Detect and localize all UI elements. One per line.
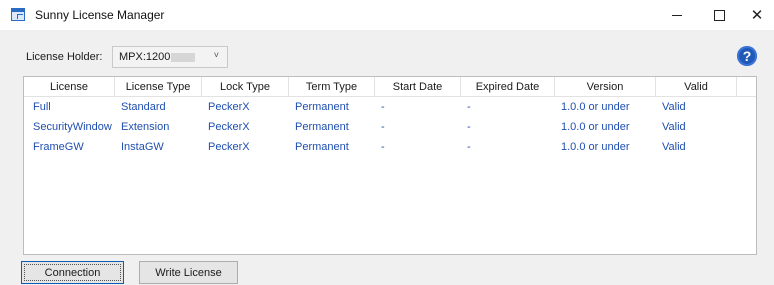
table-cell: SecurityWindow	[33, 121, 112, 133]
table-cell: Permanent	[295, 121, 349, 133]
table-cell: PeckerX	[208, 101, 250, 113]
license-holder-value: MPX:1200	[119, 51, 196, 63]
column-header[interactable]: License	[24, 77, 115, 97]
license-table: License License Type Lock Type Term Type Sta…	[23, 76, 757, 255]
table-cell: Extension	[121, 121, 170, 133]
table-cell: -	[381, 101, 385, 113]
maximize-icon	[713, 9, 725, 21]
table-cell: -	[381, 141, 385, 153]
table-cell: Permanent	[295, 101, 349, 113]
minimize-button[interactable]	[657, 0, 697, 30]
license-holder-label: License Holder:	[26, 51, 103, 63]
table-cell: FrameGW	[33, 141, 84, 153]
maximize-button[interactable]	[699, 0, 739, 30]
chevron-down-icon: ˅	[213, 50, 219, 60]
table-cell: -	[467, 141, 471, 153]
table-cell: -	[467, 121, 471, 133]
write-license-button[interactable]: Write License	[139, 261, 238, 284]
table-cell: InstaGW	[121, 141, 164, 153]
license-manager-icon	[11, 8, 25, 21]
table-cell: -	[381, 121, 385, 133]
table-row[interactable]: FrameGW InstaGW PeckerX Permanent - - 1.0.0 or…	[24, 137, 756, 157]
table-cell: Full	[33, 101, 51, 113]
column-header[interactable]: Start Date	[375, 77, 461, 97]
column-header[interactable]: Valid	[656, 77, 737, 97]
license-holder-select[interactable]: MPX:1200 ˅	[112, 46, 228, 68]
app-window: Sunny License Manager ✕ License Holder: …	[0, 0, 774, 285]
title-bar[interactable]: Sunny License Manager ✕	[0, 0, 774, 30]
table-cell: Valid	[662, 141, 686, 153]
table-cell: 1.0.0 or under	[561, 121, 630, 133]
column-header[interactable]: License Type	[115, 77, 202, 97]
connection-button[interactable]: Connection	[21, 261, 124, 284]
redacted-mask	[171, 52, 196, 62]
help-icon[interactable]: ?	[737, 46, 757, 66]
table-cell: PeckerX	[208, 141, 250, 153]
table-cell: PeckerX	[208, 121, 250, 133]
table-cell: Valid	[662, 101, 686, 113]
table-cell: 1.0.0 or under	[561, 101, 630, 113]
column-header[interactable]: Expired Date	[461, 77, 555, 97]
table-cell: 1.0.0 or under	[561, 141, 630, 153]
table-header: License License Type Lock Type Term Type Sta…	[24, 77, 756, 97]
table-cell: Valid	[662, 121, 686, 133]
minimize-icon	[672, 14, 682, 16]
column-header[interactable]: Lock Type	[202, 77, 289, 97]
table-cell: Standard	[121, 101, 166, 113]
close-button[interactable]: ✕	[740, 0, 774, 30]
column-header[interactable]: Version	[555, 77, 656, 97]
close-icon: ✕	[750, 6, 764, 24]
column-header[interactable]: Term Type	[289, 77, 375, 97]
window-title: Sunny License Manager	[35, 8, 165, 22]
table-row[interactable]: SecurityWindow Extension PeckerX Permanent -…	[24, 117, 756, 137]
table-row[interactable]: Full Standard PeckerX Permanent - - 1.0.0 or u…	[24, 97, 756, 117]
table-cell: -	[467, 101, 471, 113]
table-cell: Permanent	[295, 141, 349, 153]
